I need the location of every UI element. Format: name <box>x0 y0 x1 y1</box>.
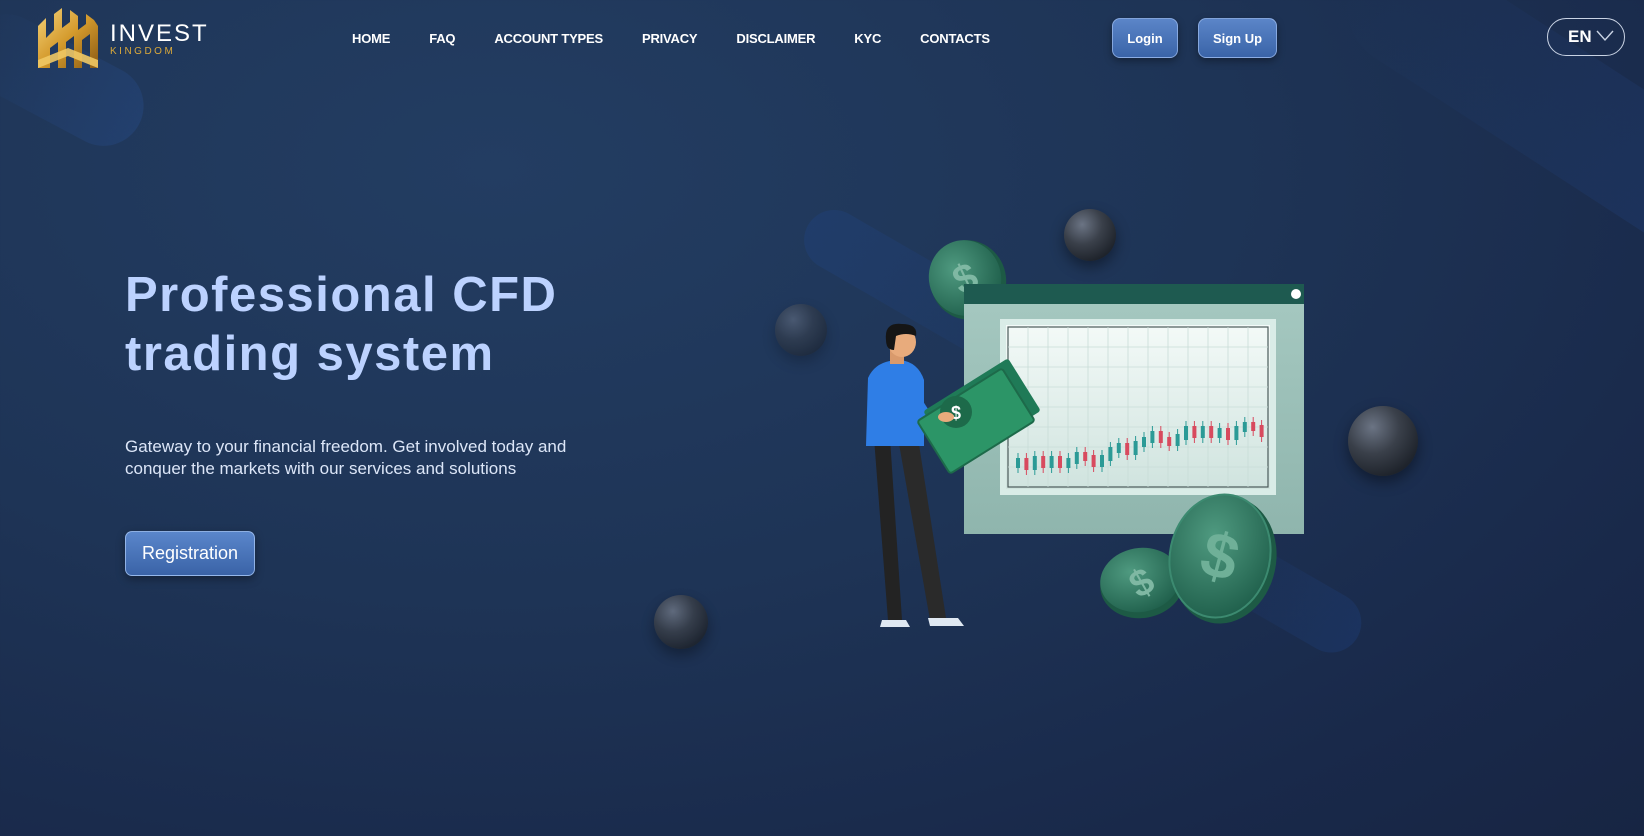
candle-body <box>1058 456 1062 468</box>
candle-body <box>1158 431 1163 443</box>
hero-subtitle-line2: conquer the markets with our services an… <box>125 459 517 478</box>
candle-body <box>1066 458 1071 468</box>
candle-body <box>1234 426 1239 440</box>
chevron-down-icon <box>1596 30 1614 42</box>
candle-body <box>1100 455 1104 467</box>
candle-body <box>1142 437 1146 447</box>
registration-button[interactable]: Registration <box>125 531 255 576</box>
brand-logo[interactable]: INVEST KINGDOM <box>34 8 209 70</box>
nav-item-account-types[interactable]: ACCOUNT TYPES <box>494 31 603 46</box>
language-label: EN <box>1568 27 1592 46</box>
decorative-sphere <box>775 304 827 356</box>
nav-item-disclaimer[interactable]: DISCLAIMER <box>736 31 815 46</box>
candle-body <box>1108 447 1113 461</box>
candle-body <box>1125 443 1130 455</box>
login-button[interactable]: Login <box>1112 18 1178 58</box>
nav-item-home[interactable]: HOME <box>352 31 390 46</box>
candle-body <box>1209 426 1214 438</box>
candle-body <box>1091 455 1096 467</box>
candle-body <box>1175 434 1180 446</box>
main-nav: HOME FAQ ACCOUNT TYPES PRIVACY DISCLAIME… <box>352 31 1029 46</box>
candle-body <box>1184 426 1188 440</box>
candle-body <box>1049 456 1054 468</box>
hero-title-line2: trading system <box>125 327 495 381</box>
nav-item-privacy[interactable]: PRIVACY <box>642 31 698 46</box>
hero-title: Professional CFD trading system <box>125 266 745 384</box>
nav-item-contacts[interactable]: CONTACTS <box>920 31 990 46</box>
candle-body <box>1074 452 1079 464</box>
candle-body <box>1259 425 1264 437</box>
candle-body <box>1041 456 1046 468</box>
hero-subtitle: Gateway to your financial freedom. Get i… <box>125 436 725 480</box>
decorative-sphere <box>654 595 708 649</box>
candle-body <box>1083 452 1088 461</box>
candle-body <box>1167 437 1172 446</box>
trading-illustration: $ $ $ $ <box>866 240 1304 627</box>
candle-body <box>1150 431 1155 443</box>
candle-body <box>1024 458 1029 470</box>
candle-body <box>1016 458 1020 468</box>
brand-name: INVEST <box>110 19 209 47</box>
signup-button[interactable]: Sign Up <box>1198 18 1277 58</box>
nav-item-faq[interactable]: FAQ <box>429 31 455 46</box>
candle-body <box>1032 456 1037 470</box>
candle-body <box>1200 426 1205 438</box>
nav-item-kyc[interactable]: KYC <box>854 31 881 46</box>
decorative-sphere <box>1348 406 1418 476</box>
bill-dollar-glyph: $ <box>951 403 961 423</box>
candle-body <box>1192 426 1197 438</box>
candle-body <box>1217 428 1222 438</box>
candle-body <box>1242 422 1247 432</box>
candle-body <box>1226 428 1230 440</box>
hero-subtitle-line1: Gateway to your financial freedom. Get i… <box>125 437 567 456</box>
candle-body <box>1116 443 1121 453</box>
candle-body <box>1133 441 1138 455</box>
language-selector[interactable]: EN <box>1547 18 1625 56</box>
brand-subname: KINGDOM <box>110 45 176 57</box>
hero-title-line1: Professional CFD <box>125 268 558 322</box>
crown-logo-icon <box>38 8 98 68</box>
trader-figure <box>866 323 964 627</box>
candle-body <box>1251 422 1256 431</box>
